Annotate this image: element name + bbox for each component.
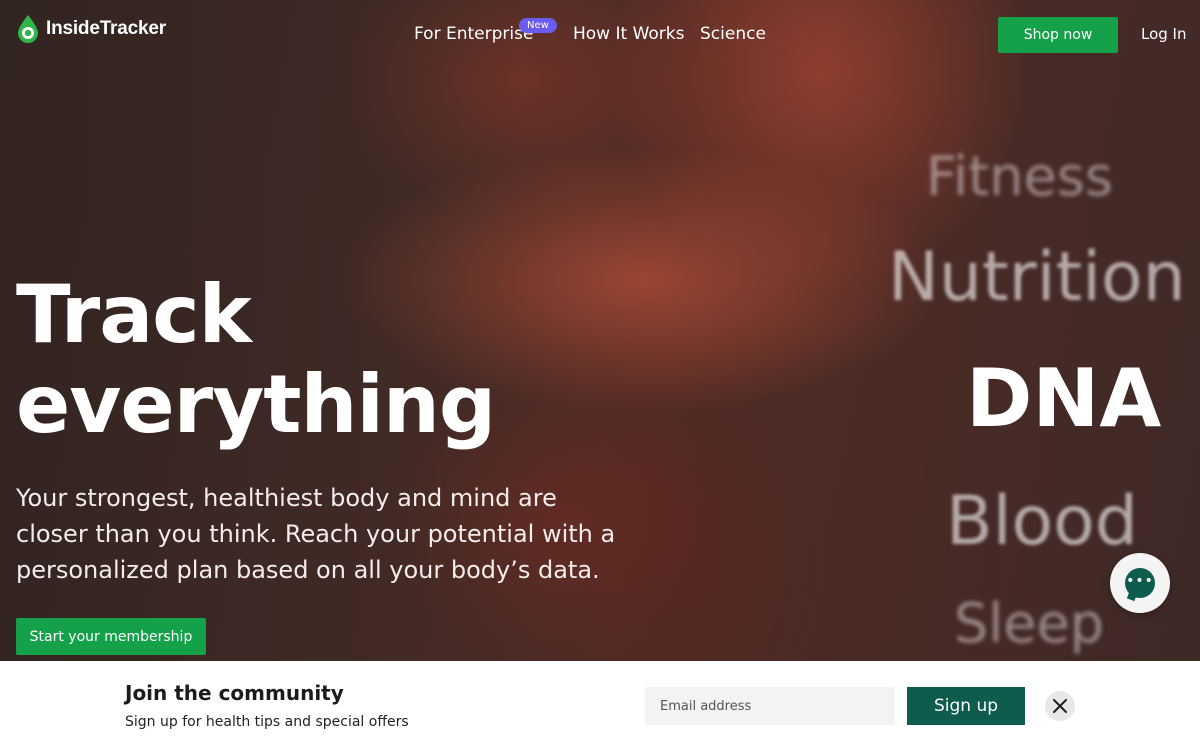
email-input[interactable] [645,687,895,725]
hero-subtext: Your strongest, healthiest body and mind… [16,484,616,584]
nav-link-how-it-works[interactable]: How It Works [573,24,684,44]
shop-now-button[interactable]: Shop now [998,17,1118,53]
chat-dots: ••• [1126,573,1154,589]
login-link[interactable]: Log In [1141,25,1187,43]
headline-line-2: everything [16,358,496,451]
top-navigation: InsideTracker For Enterprise New How It … [0,0,1200,70]
nav-link-science[interactable]: Science [700,24,766,44]
chat-bubble-icon: ••• [1125,568,1155,598]
logo[interactable]: InsideTracker [16,14,166,44]
rotating-word-sleep: Sleep [954,592,1105,655]
chat-widget-button[interactable]: ••• [1110,553,1170,613]
newsletter-title: Join the community [125,681,344,705]
close-icon [1053,699,1067,713]
logo-text: InsideTracker [46,18,166,39]
newsletter-subtitle: Sign up for health tips and special offe… [125,714,409,730]
newsletter-bar: Join the community Sign up for health ti… [0,661,1200,750]
rotating-word-fitness: Fitness [926,145,1114,208]
rotating-word-dna: DNA [966,352,1162,445]
rotating-word-nutrition: Nutrition [888,238,1186,317]
close-newsletter-button[interactable] [1045,691,1075,721]
hero-headline: Track everything [16,270,576,450]
rotating-word-blood: Blood [946,482,1138,561]
nav-link-for-enterprise[interactable]: For Enterprise [414,24,533,44]
start-membership-button[interactable]: Start your membership [16,618,206,655]
drop-logo-icon [18,15,38,43]
sign-up-button[interactable]: Sign up [907,687,1025,725]
new-badge: New [519,18,557,33]
headline-line-1: Track [16,268,252,361]
